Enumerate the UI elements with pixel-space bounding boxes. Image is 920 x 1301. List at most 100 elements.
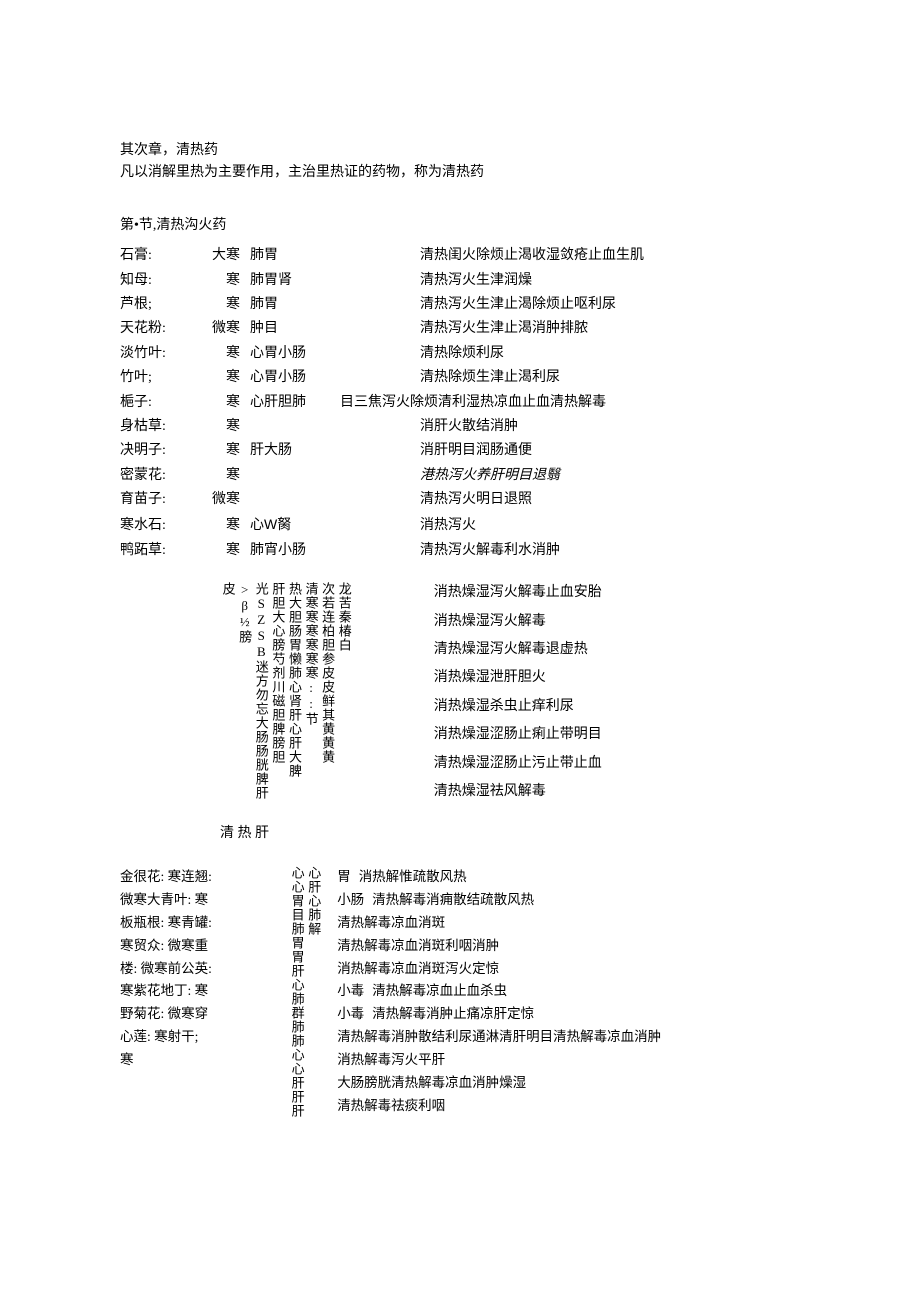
- vertical-text-column: >β½膀: [237, 582, 253, 800]
- sec3-left-line: 野菊花: 微寒穿: [120, 1003, 285, 1026]
- sec3-left-line: 寒紫花地丁: 寒: [120, 980, 285, 1003]
- herb-meridian: 心W胬: [250, 513, 340, 537]
- table-row: 育苗子:微寒 清热泻火明日退照: [120, 489, 800, 511]
- herb-name: 寒水石:: [120, 515, 190, 537]
- effect-line: 消热燥湿泻火解毒止血安胎: [434, 582, 602, 604]
- herb-meridian: 肺宵小肠: [250, 540, 340, 562]
- herb-effect: 消肝火散结消肿: [420, 416, 800, 438]
- herb-effect: 清热闺火除烦止渴收湿敛疮止血生肌: [420, 245, 800, 267]
- table-row: 天花粉:微寒肿目清热泻火生津止渴消肿排脓: [120, 318, 800, 340]
- sec3-prefix: 小毒: [337, 980, 364, 1003]
- sec3-right-line: 胃消热解惟疏散风热: [337, 866, 661, 889]
- herb-name: 竹叶;: [120, 367, 190, 389]
- herb-name: 密蒙花:: [120, 465, 190, 487]
- intro-block: 其次章，清热药 凡以消解里热为主要作用，主治里热证的药物，称为清热药: [120, 140, 800, 185]
- table-row: 石膏:大寒肺胃清热闺火除烦止渴收湿敛疮止血生肌: [120, 245, 800, 267]
- herb-temp: 寒: [190, 343, 250, 365]
- herb-temp: 微寒: [190, 489, 250, 511]
- sec3-left-line: 心莲: 寒射干;: [120, 1026, 285, 1049]
- section1-title: 第•节,清热沟火药: [120, 215, 800, 237]
- herb-temp: 寒: [190, 367, 250, 389]
- herb-name: 淡竹叶:: [120, 343, 190, 365]
- table-row: 密蒙花:寒 港热泻火养肝明目退翳: [120, 465, 800, 487]
- herb-name: 知母:: [120, 270, 190, 292]
- section3-block: 清 热 肝 金很花: 寒连翘:微寒大青叶: 寒板瓶根: 寒青罐:寒贸众: 微寒重…: [120, 823, 800, 1118]
- sec3-right-line: 消热解毒泻火平肝: [337, 1049, 661, 1072]
- herb-effect: 消肝明目润肠通便: [420, 440, 800, 462]
- section2-block: 龙苦秦椿白次若连柏胆参皮皮鲜其黄黄黄清寒寒寒寒寒寒::节热大胆肠胃懒肺心肾肝心肝…: [220, 582, 800, 803]
- sec3-prefix: 胃: [337, 866, 351, 889]
- table-row: 梔子:寒心肝胆肺目三焦泻火除烦清利湿热凉血止血清热解毒: [120, 392, 800, 414]
- herb-name: 梔子:: [120, 392, 190, 414]
- sec3-effect: 清热解毒祛痰利咽: [337, 1095, 445, 1118]
- sec3-left-line: 寒贸众: 微寒重: [120, 935, 285, 958]
- vertical-text-column: 次若连柏胆参皮皮鲜其黄黄黄: [320, 582, 336, 800]
- sec3-right-line: 清热解毒祛痰利咽: [337, 1095, 661, 1118]
- herb-temp: 寒: [190, 270, 250, 292]
- sec3-effect: 消热解毒凉血消斑泻火定惊: [337, 958, 499, 981]
- sec3-right-line: 小肠清热解毒消痈散结疏散风热: [337, 889, 661, 912]
- herb-effect: 清热除烦生津止渴利尿: [420, 367, 800, 389]
- sec3-effect: 清热解毒凉血止血杀虫: [372, 980, 507, 1003]
- herb-meridian: 肝大肠: [250, 440, 340, 462]
- table-row: 决明子:寒肝大肠 消肝明目润肠通便: [120, 440, 800, 462]
- table-row: 鸭跖草:寒肺宵小肠清热泻火解毒利水消肿: [120, 540, 800, 562]
- herb-temp: 微寒: [190, 318, 250, 340]
- herb-meridian: 心胃小肠: [250, 343, 340, 365]
- effect-line: 清热燥湿泻火解毒退虚热: [434, 639, 602, 661]
- herb-effect: 清热泻火明日退照: [420, 489, 800, 511]
- table-row: 淡竹叶:寒心胃小肠 清热除烦利尿: [120, 343, 800, 365]
- intro-line-1: 其次章，清热药: [120, 140, 800, 162]
- herb-effect: 港热泻火养肝明目退翳: [420, 465, 800, 487]
- sec3-right-line: 消热解毒凉血消斑泻火定惊: [337, 958, 661, 981]
- sec3-left-line: 板瓶根: 寒青罐:: [120, 912, 285, 935]
- vertical-text-column: 热大胆肠胃懒肺心肾肝心肝大脾: [286, 582, 302, 800]
- table-row: 知母:寒肺胃肾清热泻火生津润燥: [120, 270, 800, 292]
- sec3-right-line: 小毒清热解毒消肿止痛凉肝定惊: [337, 1003, 661, 1026]
- sec3-effect: 大肠膀胱清热解毒凉血消肿燥湿: [337, 1072, 526, 1095]
- vertical-text-column: 皮: [220, 582, 236, 800]
- table-row: 竹叶;寒心胃小肠 清热除烦生津止渴利尿: [120, 367, 800, 389]
- sec3-right-line: 清热解毒凉血消斑利咽消肿: [337, 935, 661, 958]
- sec3-effect: 清热解毒消痈散结疏散风热: [372, 889, 534, 912]
- intro-line-2: 凡以消解里热为主要作用，主治里热证的药物，称为清热药: [120, 162, 800, 184]
- herb-effect: 清热泻火解毒利水消肿: [420, 540, 800, 562]
- table-row: 身枯草:寒消肝火散结消肿: [120, 416, 800, 438]
- vertical-text-column: 心肝心肺解: [306, 866, 322, 1118]
- herb-temp: 寒: [190, 440, 250, 462]
- herb-effect: 清热泻火生津止渴除烦止呕利尿: [420, 294, 800, 316]
- effect-line: 消热燥湿泄肝胆火: [434, 667, 602, 689]
- herb-effect: 清热泻火生津润燥: [420, 270, 800, 292]
- vertical-text-column: 心心胃目肺胃胃肝心肺群肺肺心心肝肝肝: [289, 866, 305, 1118]
- herb-temp: 寒: [190, 294, 250, 316]
- sec3-effect: 清热解毒消肿止痛凉肝定惊: [372, 1003, 534, 1026]
- herb-meridian: 肿目: [250, 318, 340, 340]
- sec3-right-line: 清热解毒消肿散结利尿通淋清肝明目清热解毒凉血消肿: [337, 1026, 661, 1049]
- herb-effect: 清热除烦利尿: [420, 343, 800, 365]
- herb-meridian: 肺胃: [250, 294, 340, 316]
- section3-right-column: 胃消热解惟疏散风热小肠清热解毒消痈散结疏散风热清热解毒凉血消斑清热解毒凉血消斑利…: [337, 866, 661, 1118]
- herb-effect: 清热泻火生津止渴消肿排脓: [420, 318, 800, 340]
- herb-meridian: 肺胃: [250, 245, 340, 267]
- herb-meridian: 心肝胆肺: [250, 392, 340, 414]
- table-row: 芦根;寒肺胃清热泻火生津止渴除烦止呕利尿: [120, 294, 800, 316]
- sec3-right-line: 大肠膀胱清热解毒凉血消肿燥湿: [337, 1072, 661, 1095]
- sec3-effect: 清热解毒消肿散结利尿通淋清肝明目清热解毒凉血消肿: [337, 1026, 661, 1049]
- herb-meridian: 心胃小肠: [250, 367, 340, 389]
- section3-header: 清 热 肝: [220, 823, 800, 845]
- sec3-effect: 消热解惟疏散风热: [359, 866, 467, 889]
- sec3-effect: 消热解毒泻火平肝: [337, 1049, 445, 1072]
- sec3-effect: 清热解毒凉血消斑利咽消肿: [337, 935, 499, 958]
- section2-right-list: 消热燥湿泻火解毒止血安胎消热燥湿泻火解毒清热燥湿泻火解毒退虚热消热燥湿泄肝胆火消…: [434, 582, 602, 803]
- sec3-left-line: 寒: [120, 1049, 285, 1072]
- sec3-prefix: 小肠: [337, 889, 364, 912]
- sec3-effect: 清热解毒凉血消斑: [337, 912, 445, 935]
- section1-table: 石膏:大寒肺胃清热闺火除烦止渴收湿敛疮止血生肌知母:寒肺胃肾清热泻火生津润燥芦根…: [120, 245, 800, 562]
- sec3-prefix: 小毒: [337, 1003, 364, 1026]
- herb-temp: 寒: [190, 465, 250, 487]
- herb-temp: 寒: [190, 392, 250, 414]
- effect-line: 消热燥湿杀虫止痒利尿: [434, 696, 602, 718]
- herb-name: 育苗子:: [120, 489, 190, 511]
- sec3-left-line: 金很花: 寒连翘:: [120, 866, 285, 889]
- herb-name: 决明子:: [120, 440, 190, 462]
